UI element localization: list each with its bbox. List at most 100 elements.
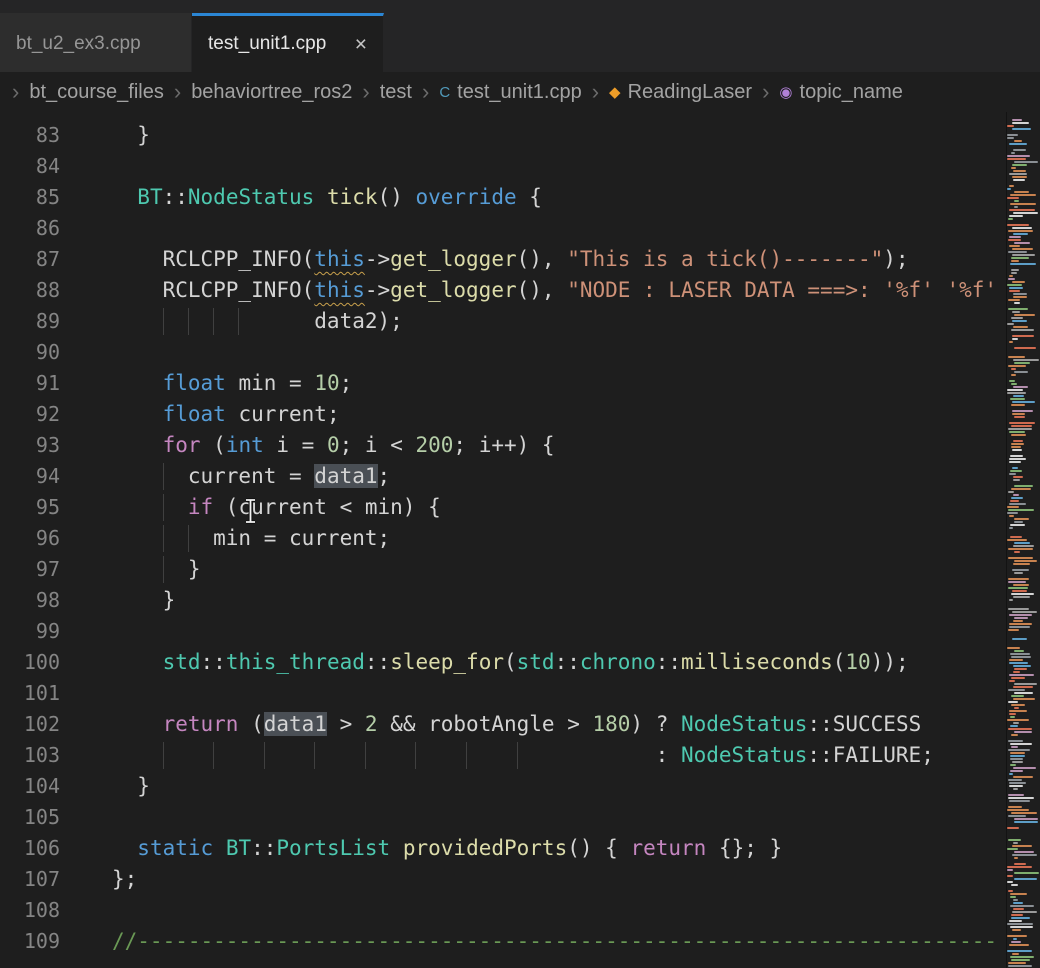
line-number[interactable]: 94 [0, 461, 62, 492]
code-line[interactable]: 107}; [0, 864, 1006, 895]
code-editor[interactable]: 83 }8485 BT::NodeStatus tick() override … [0, 112, 1006, 968]
line-content[interactable]: //--------------------------------------… [62, 926, 1006, 957]
line-content[interactable]: } [62, 585, 1006, 616]
line-content[interactable] [62, 213, 1006, 244]
line-content[interactable] [62, 151, 1006, 182]
tab-test-unit1-cpp[interactable]: test_unit1.cpp× [192, 13, 384, 72]
line-content[interactable]: RCLCPP_INFO(this->get_logger(), "This is… [62, 244, 1006, 275]
line-number[interactable]: 98 [0, 585, 62, 616]
code-line[interactable]: 87 RCLCPP_INFO(this->get_logger(), "This… [0, 244, 1006, 275]
code-token: return [163, 712, 239, 736]
minimap-line [1013, 767, 1036, 769]
code-line[interactable]: 97 } [0, 554, 1006, 585]
code-line[interactable]: 83 } [0, 120, 1006, 151]
close-icon[interactable]: × [355, 34, 367, 55]
tab-bt-u2-ex3-cpp[interactable]: bt_u2_ex3.cpp [0, 13, 192, 72]
breadcrumb-item-test[interactable]: test [380, 81, 412, 104]
code-line[interactable]: 86 [0, 213, 1006, 244]
minimap-line [1007, 887, 1040, 889]
line-number[interactable]: 107 [0, 864, 62, 895]
code-line[interactable]: 92 float current; [0, 399, 1006, 430]
line-content[interactable]: data2); [62, 306, 1006, 337]
line-content[interactable]: return (data1 > 2 && robotAngle > 180) ?… [62, 709, 1006, 740]
minimap-line [1009, 626, 1030, 628]
line-number[interactable]: 96 [0, 523, 62, 554]
breadcrumb-item-readinglaser[interactable]: ◆ReadingLaser [609, 81, 752, 104]
code-line[interactable]: 108 [0, 895, 1006, 926]
line-content[interactable]: if (current < min) { [62, 492, 1006, 523]
line-content[interactable]: float min = 10; [62, 368, 1006, 399]
line-content[interactable]: } [62, 771, 1006, 802]
code-line[interactable]: 101 [0, 678, 1006, 709]
code-line[interactable]: 88 RCLCPP_INFO(this->get_logger(), "NODE… [0, 275, 1006, 306]
breadcrumb-item-behaviortree-ros2[interactable]: behaviortree_ros2 [191, 81, 352, 104]
code-line[interactable]: 94 current = data1; [0, 461, 1006, 492]
line-content[interactable] [62, 616, 1006, 647]
line-content[interactable]: min = current; [62, 523, 1006, 554]
code-line[interactable]: 93 for (int i = 0; i < 200; i++) { [0, 430, 1006, 461]
code-line[interactable]: 103 : NodeStatus::FAILURE; [0, 740, 1006, 771]
line-number[interactable]: 92 [0, 399, 62, 430]
code-line[interactable]: 91 float min = 10; [0, 368, 1006, 399]
line-content[interactable]: float current; [62, 399, 1006, 430]
code-line[interactable]: 95 if (current < min) { [0, 492, 1006, 523]
line-number[interactable]: 99 [0, 616, 62, 647]
line-content[interactable] [62, 802, 1006, 833]
breadcrumb-item-test-unit1-cpp[interactable]: Ctest_unit1.cpp [439, 81, 581, 104]
line-number[interactable]: 95 [0, 492, 62, 523]
line-number[interactable]: 87 [0, 244, 62, 275]
breadcrumb-item-bt-course-files[interactable]: bt_course_files [29, 81, 164, 104]
line-number[interactable]: 105 [0, 802, 62, 833]
code-line[interactable]: 89 data2); [0, 306, 1006, 337]
line-number[interactable]: 90 [0, 337, 62, 368]
line-number[interactable]: 103 [0, 740, 62, 771]
line-content[interactable] [62, 895, 1006, 926]
code-line[interactable]: 96 min = current; [0, 523, 1006, 554]
line-content[interactable]: }; [62, 864, 1006, 895]
line-content[interactable]: : NodeStatus::FAILURE; [62, 740, 1006, 771]
code-line[interactable]: 109//-----------------------------------… [0, 926, 1006, 957]
line-number[interactable]: 84 [0, 151, 62, 182]
line-content[interactable]: current = data1; [62, 461, 1006, 492]
line-content[interactable]: for (int i = 0; i < 200; i++) { [62, 430, 1006, 461]
code-line[interactable]: 98 } [0, 585, 1006, 616]
code-line[interactable]: 102 return (data1 > 2 && robotAngle > 18… [0, 709, 1006, 740]
code-line[interactable]: 106 static BT::PortsList providedPorts()… [0, 833, 1006, 864]
line-number[interactable]: 104 [0, 771, 62, 802]
line-number[interactable]: 88 [0, 275, 62, 306]
code-line[interactable]: 105 [0, 802, 1006, 833]
code-line[interactable]: 99 [0, 616, 1006, 647]
line-number[interactable]: 86 [0, 213, 62, 244]
line-number[interactable]: 93 [0, 430, 62, 461]
line-number[interactable]: 83 [0, 120, 62, 151]
minimap-line [1008, 230, 1033, 232]
line-content[interactable]: BT::NodeStatus tick() override { [62, 182, 1006, 213]
code-token: () { [567, 836, 630, 860]
line-content[interactable]: } [62, 554, 1006, 585]
line-content[interactable]: RCLCPP_INFO(this->get_logger(), "NODE : … [62, 275, 1006, 306]
code-line[interactable]: 100 std::this_thread::sleep_for(std::chr… [0, 647, 1006, 678]
minimap-line [1011, 152, 1015, 154]
line-number[interactable]: 100 [0, 647, 62, 678]
line-number[interactable]: 91 [0, 368, 62, 399]
breadcrumb-item-topic-name[interactable]: ◉topic_name [779, 81, 903, 104]
minimap[interactable] [1006, 112, 1040, 968]
line-number[interactable]: 85 [0, 182, 62, 213]
line-number[interactable]: 102 [0, 709, 62, 740]
line-number[interactable]: 106 [0, 833, 62, 864]
code-line[interactable]: 85 BT::NodeStatus tick() override { [0, 182, 1006, 213]
line-number[interactable]: 109 [0, 926, 62, 957]
code-line[interactable]: 84 [0, 151, 1006, 182]
minimap-line [1013, 563, 1030, 565]
line-number[interactable]: 97 [0, 554, 62, 585]
line-number[interactable]: 108 [0, 895, 62, 926]
line-content[interactable]: } [62, 120, 1006, 151]
line-number[interactable]: 89 [0, 306, 62, 337]
line-content[interactable] [62, 678, 1006, 709]
code-line[interactable]: 90 [0, 337, 1006, 368]
line-number[interactable]: 101 [0, 678, 62, 709]
code-line[interactable]: 104 } [0, 771, 1006, 802]
line-content[interactable]: static BT::PortsList providedPorts() { r… [62, 833, 1006, 864]
line-content[interactable]: std::this_thread::sleep_for(std::chrono:… [62, 647, 1006, 678]
line-content[interactable] [62, 337, 1006, 368]
